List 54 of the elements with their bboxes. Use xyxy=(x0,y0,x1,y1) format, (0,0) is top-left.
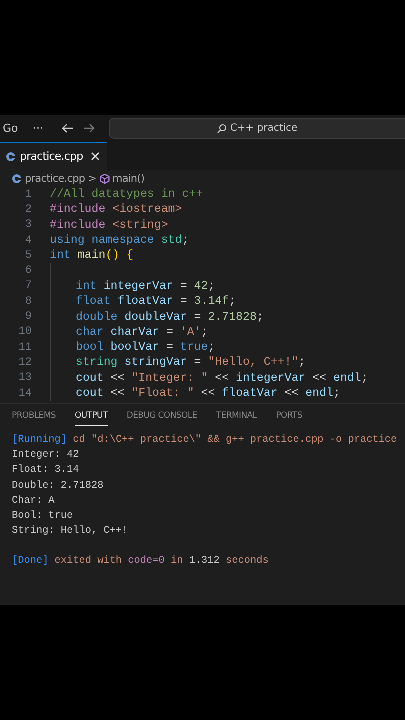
line-number: 1 xyxy=(24,188,32,201)
line-number: 10 xyxy=(18,326,32,338)
code-line: //All datatypes in c++ xyxy=(50,188,204,202)
more-menu[interactable]: ··· xyxy=(33,122,61,135)
line-number: 9 xyxy=(24,311,32,324)
code-line: #include <iostream> xyxy=(50,203,182,216)
panel-tab[interactable]: TERMINAL xyxy=(216,411,258,426)
line-number: 7 xyxy=(24,280,32,292)
line-number: 8 xyxy=(24,296,32,308)
breadcrumb-file[interactable]: practice.cpp xyxy=(25,172,86,184)
code-line: using namespace std; xyxy=(50,234,190,248)
line-number: 2 xyxy=(24,204,32,216)
cpp-file-icon xyxy=(12,174,22,184)
output-line: Float: 3.14 xyxy=(12,464,80,478)
output-line: Bool: true xyxy=(12,510,74,524)
breadcrumb-symbol[interactable]: main() xyxy=(112,172,145,184)
line-number: 13 xyxy=(18,372,32,384)
code-line: cout << "Float: " << floatVar << endl; xyxy=(76,387,340,400)
line-number: 3 xyxy=(24,219,32,232)
code-line: #include <string> xyxy=(50,218,168,232)
editor-tab[interactable]: practice.cpp xyxy=(0,142,108,170)
output-line: [Running] cd "d:\C++ practice\" && g++ practice.cpp -o practice xyxy=(12,434,398,448)
code-line: double doubleVar = 2.71828; xyxy=(76,310,264,324)
output-line: Double: 2.71828 xyxy=(12,480,105,494)
line-number: 5 xyxy=(24,250,32,262)
panel-tab[interactable]: DEBUG CONSOLE xyxy=(126,411,198,426)
line-number: 14 xyxy=(18,388,32,400)
line-number: 4 xyxy=(24,234,32,247)
code-line: int integerVar = 42; xyxy=(76,280,216,293)
search-icon xyxy=(217,124,228,134)
back-arrow-icon[interactable] xyxy=(61,122,74,135)
forward-arrow-icon[interactable] xyxy=(83,122,96,135)
panel-tab[interactable]: OUTPUT xyxy=(75,411,108,426)
output-line: Integer: 42 xyxy=(12,449,80,464)
code-line: char charVar = 'A'; xyxy=(76,326,208,339)
line-number: 6 xyxy=(24,265,32,278)
cube-icon xyxy=(100,174,110,184)
code-line: cout << "Integer: " << integerVar << endl; xyxy=(76,372,368,385)
breadcrumb-separator: > xyxy=(88,172,97,184)
code-line: string stringVar = "Hello, C++!"; xyxy=(76,356,306,370)
line-number: 11 xyxy=(18,342,32,354)
go-menu[interactable]: Go xyxy=(3,122,33,135)
code-line: float floatVar = 3.14f; xyxy=(76,295,236,308)
cpp-file-icon xyxy=(6,152,16,162)
output-line: Char: A xyxy=(12,494,56,509)
output-line: [Done] exited with code=0 in 1.312 seconds xyxy=(12,554,270,570)
line-number: 12 xyxy=(18,356,32,369)
search-field[interactable]: C++ practice xyxy=(109,118,405,139)
code-line: bool boolVar = true; xyxy=(76,341,216,354)
output-line: String: Hello, C++! xyxy=(12,524,130,540)
close-icon[interactable] xyxy=(91,152,100,161)
panel-tab[interactable]: PROBLEMS xyxy=(12,411,56,426)
code-line: int main() { xyxy=(50,249,134,262)
panel-tab[interactable]: PORTS xyxy=(276,411,302,426)
